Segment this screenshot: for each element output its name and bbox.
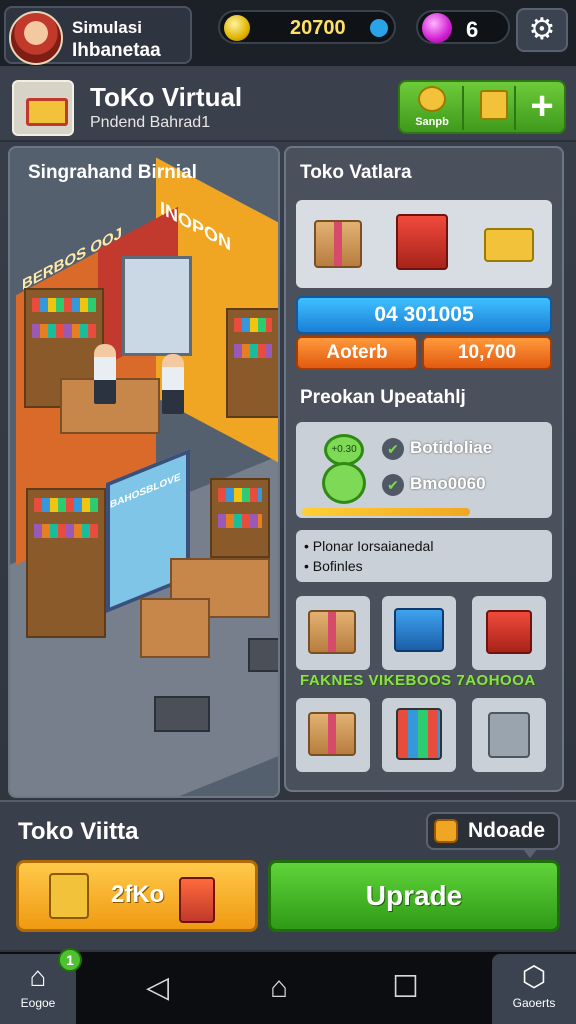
panel-title: Toko Vatlara: [300, 162, 412, 183]
list-item: • Plonar Iorsaianedal: [304, 538, 434, 554]
grid-item-blue-box[interactable]: [382, 596, 456, 670]
bottom-panel: Toko Viitta Ndoade 2fKo Uprade: [0, 800, 576, 950]
upgrade-row: Bmo0060: [410, 474, 486, 493]
sample-button[interactable]: Sanpb: [406, 86, 458, 130]
basket-item[interactable]: [396, 214, 448, 270]
grid-item-books[interactable]: [382, 698, 456, 772]
shop-header: ToKo Virtual Pndend Bahrad1 Sanpb +: [0, 68, 576, 142]
add-button[interactable]: +: [522, 82, 562, 132]
nav-parts-label: Gaoerts: [512, 996, 556, 1010]
settings-button[interactable]: ⚙: [516, 8, 568, 52]
coin-amount: 20700: [290, 17, 346, 39]
tag-icon: [434, 819, 458, 843]
store-scene[interactable]: BERBOS OOJ INOPON BAHOSBLOVE Singrahand …: [8, 146, 280, 798]
bottom-title: Toko Viitta: [18, 818, 139, 845]
home-icon: ⌂: [29, 961, 47, 992]
shelf[interactable]: [210, 478, 270, 558]
gem-counter[interactable]: 6: [416, 10, 510, 44]
card-item[interactable]: [484, 228, 534, 262]
books-icon: [396, 708, 442, 760]
box-button[interactable]: [480, 90, 508, 120]
display-counter[interactable]: [140, 598, 210, 658]
upgrade-tag-label: Ndoade: [468, 819, 546, 842]
upgrade-progress-bar: [302, 508, 470, 516]
profile-subtitle: Ihbanetaa: [72, 40, 161, 61]
gear-icon: ⚙: [528, 13, 556, 46]
coin-counter[interactable]: 20700: [218, 10, 396, 44]
upgrade-row: Botidoliae: [410, 438, 493, 457]
coin-icon: [224, 15, 250, 41]
navigation-bar: ⌂ Eogoe 1 ◁ ⌂ ☐ ⬡ Gaoerts: [0, 948, 576, 1024]
shop-icon: [12, 80, 74, 136]
home-system-icon[interactable]: ⌂: [270, 972, 288, 1004]
price-label: 2fKo: [111, 881, 165, 908]
gift-icon: [486, 610, 532, 654]
parts-icon: ⬡: [521, 961, 547, 992]
crate-item[interactable]: [314, 220, 362, 268]
sample-label: Sanpb: [415, 116, 449, 128]
profile-title: Simulasi: [72, 18, 142, 37]
price-display[interactable]: 04 301005: [296, 296, 552, 334]
grid-item-gift[interactable]: [472, 596, 546, 670]
featured-items: [296, 200, 552, 288]
cashier[interactable]: [94, 344, 116, 404]
nav-parts-button[interactable]: ⬡ Gaoerts: [492, 954, 576, 1024]
profile-card[interactable]: Simulasi Ihbanetaa: [4, 6, 192, 65]
scene-title: Singrahand Birnial: [28, 162, 197, 183]
money-icon: [49, 873, 89, 919]
grid-item-crate[interactable]: [296, 596, 370, 670]
grid-banner: FAKNES VIKEBOOS 7AOHOOA: [300, 672, 536, 689]
nav-home-label: Eogoe: [20, 996, 56, 1010]
list-item-text: Bofinles: [312, 558, 363, 574]
avatar[interactable]: [9, 11, 63, 65]
gem-icon: [422, 13, 452, 43]
package-icon: [179, 877, 215, 923]
add-coins-icon[interactable]: [370, 19, 388, 37]
top-bar: Simulasi Ihbanetaa 20700 6 ⚙: [0, 0, 576, 66]
back-icon[interactable]: ◁: [146, 972, 169, 1004]
upgrade-heading: Preokan Upeatahlj: [300, 387, 466, 408]
upgrade-arrow-icon[interactable]: [322, 462, 366, 504]
grid-item-machine[interactable]: [472, 698, 546, 772]
divider: [462, 86, 464, 130]
boxes-icon: [308, 712, 356, 756]
action-button[interactable]: Aoterb: [296, 336, 418, 370]
upgrade-tag[interactable]: Ndoade: [426, 812, 560, 858]
check-icon: ✔: [382, 474, 404, 496]
shelf[interactable]: [26, 488, 106, 638]
upgrade-box: +0.30 ✔ Botidoliae ✔ Bmo0060: [296, 422, 552, 518]
shop-panel: Toko Vatlara 04 301005 Aoterb 10,700 Pre…: [284, 146, 564, 792]
shelf[interactable]: [226, 308, 278, 418]
shop-subtitle: Pndend Bahrad1: [90, 114, 211, 131]
customer[interactable]: [162, 354, 184, 414]
recents-icon[interactable]: ☐: [392, 972, 419, 1004]
bullet-list: • Plonar Iorsaianedal • Bofinles: [296, 530, 552, 582]
divider: [514, 86, 516, 130]
shop-title: ToKo Virtual: [90, 82, 243, 112]
price-button[interactable]: 10,700: [422, 336, 552, 370]
machine-icon: [488, 712, 530, 758]
gem-amount: 6: [466, 17, 479, 42]
check-icon: ✔: [382, 438, 404, 460]
price-button[interactable]: 2fKo: [16, 860, 258, 932]
upgrade-button[interactable]: Uprade: [268, 860, 560, 932]
game-screen: Simulasi Ihbanetaa 20700 6 ⚙ ToKo Virtua…: [0, 0, 576, 1024]
fridge[interactable]: [122, 256, 192, 356]
crate-icon: [308, 610, 356, 654]
list-item: • Bofinles: [304, 558, 363, 574]
grid-item-boxes[interactable]: [296, 698, 370, 772]
list-item-text: Plonar Iorsaianedal: [312, 538, 434, 554]
bench[interactable]: [154, 696, 210, 732]
nav-home-button[interactable]: ⌂ Eogoe 1: [0, 948, 82, 1024]
coin-bag-icon: [418, 86, 446, 112]
blue-box-icon: [394, 608, 444, 652]
notification-badge: 1: [58, 948, 82, 972]
bench[interactable]: [248, 638, 278, 672]
header-action-group: Sanpb +: [398, 80, 566, 134]
